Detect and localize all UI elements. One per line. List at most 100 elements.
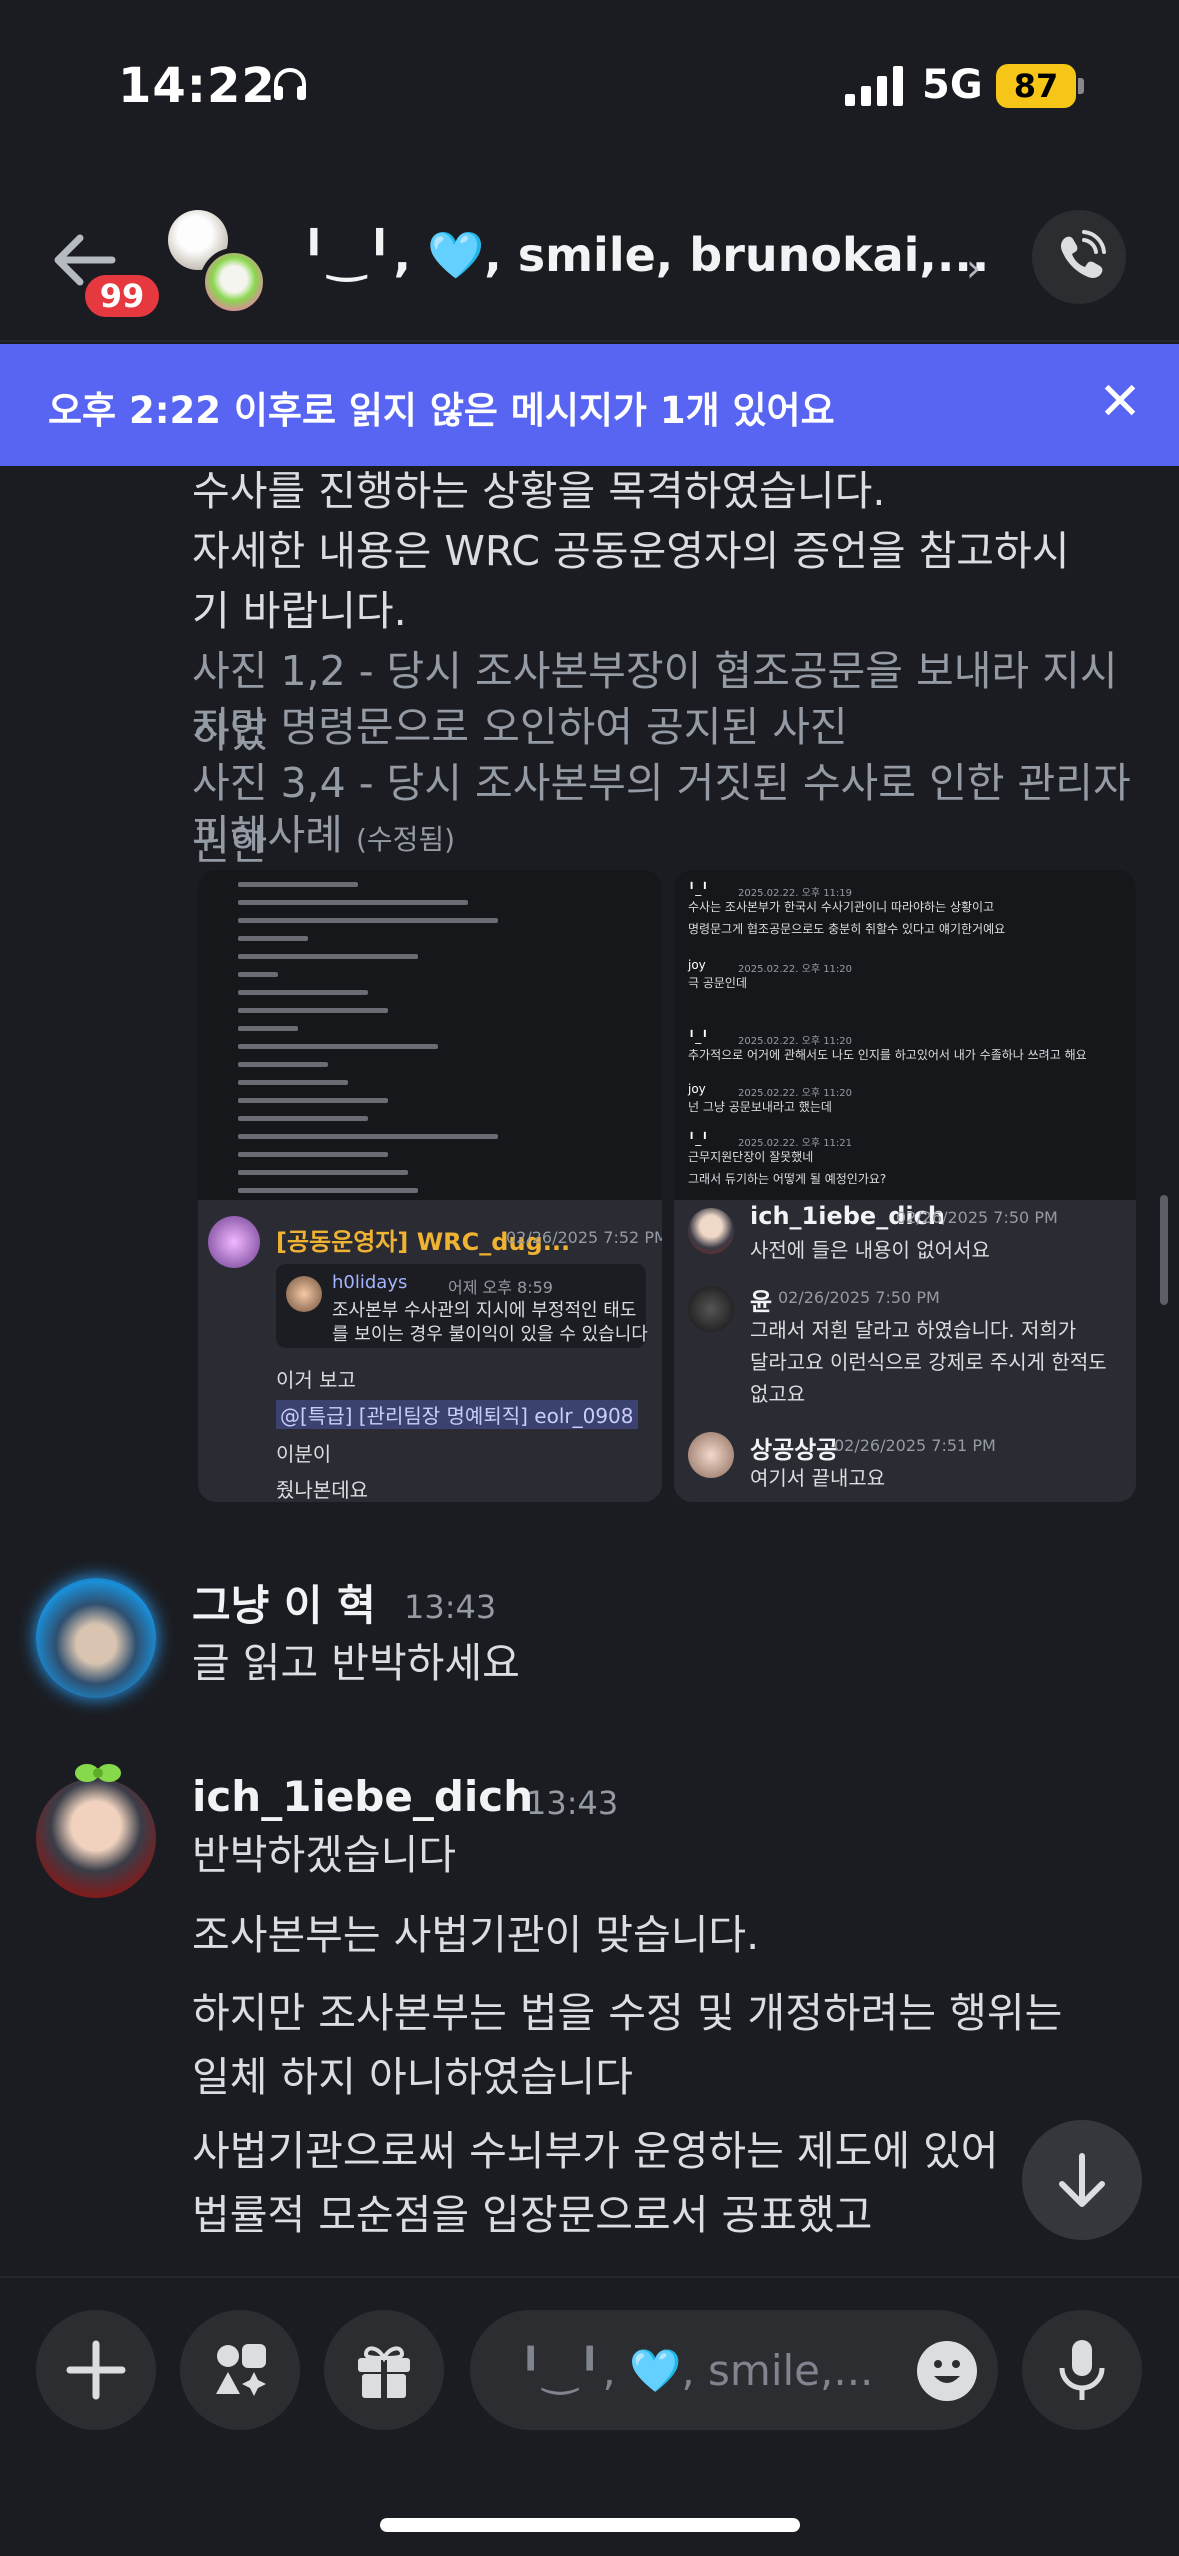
mention: @[특급] [관리팀장 명예퇴직] eolr_0908 (276, 1400, 638, 1429)
author-name: 상공상공 (750, 1436, 839, 1464)
headphones-icon (274, 68, 306, 100)
jump-to-bottom-button[interactable] (1022, 2120, 1142, 2240)
row-author: ╹_╹ (688, 882, 709, 896)
gift-icon (358, 2346, 410, 2398)
microphone-icon (1059, 2340, 1105, 2400)
row-author: ╹_╹ (688, 1132, 709, 1146)
message-text: 그래서 저흰 달라고 하였습니다. 저희가 (750, 1318, 1077, 1342)
bow-icon (75, 1764, 121, 1782)
row-time: 2025.02.22. 오후 11:21 (738, 1138, 853, 1149)
message-input[interactable]: ╹‿╹, 🩵, smile,... (470, 2310, 998, 2430)
row-time: 2025.02.22. 오후 11:20 (738, 1088, 853, 1099)
signal-icon (845, 66, 903, 106)
user-avatar[interactable] (36, 1778, 156, 1898)
screenshot-chat-card: ich_1iebe_dich 02/26/2025 7:50 PM 사전에 들은… (674, 1200, 1136, 1502)
row-text: 그래서 듀기하는 어떻게 될 예정인가요? (688, 1172, 887, 1186)
message-text: 이거 보고 (276, 1368, 356, 1392)
avatar (688, 1286, 734, 1332)
message-text: 여기서 끝내고요 (750, 1466, 886, 1490)
row-time: 2025.02.22. 오후 11:20 (738, 1036, 853, 1047)
row-text: 추가적으로 어거에 관해서도 나도 인지를 하고있어서 내가 수졸하나 쓰려고 … (688, 1048, 1087, 1062)
channel-title[interactable]: ╹‿╹, 🩵, smile, brunokai,... (300, 228, 989, 283)
message-text: 이분이 (276, 1442, 332, 1466)
avatar (688, 1208, 734, 1254)
message-line: 수사를 진행하는 상황을 목격하였습니다. (192, 467, 886, 515)
chevron-right-icon[interactable]: › (966, 246, 981, 290)
message-line: 법률적 모순점을 입장문으로서 공표했고 (192, 2191, 873, 2239)
row-text: 극 공문인데 (688, 976, 748, 990)
message-line: 자세한 내용은 WRC 공동운영자의 증언을 참고하시 (192, 527, 1070, 575)
timestamp: 02/26/2025 7:51 PM (834, 1436, 996, 1455)
status-time: 14:22 (118, 58, 276, 114)
status-bar: 14:22 5G 87 (0, 0, 1179, 170)
row-author: ╹_╹ (688, 1030, 709, 1044)
message-line: 조사본부는 사법기관이 맞습니다. (192, 1911, 760, 1959)
message-text: 사전에 들은 내용이 없어서요 (750, 1238, 990, 1262)
unread-count-badge: 99 (80, 270, 164, 322)
edited-label: (수정됨) (355, 823, 456, 856)
message-line-muted: 지만 명령문으로 오인하여 공지된 사진 (192, 703, 848, 751)
unread-banner[interactable]: 오후 2:22 이후로 읽지 않은 메시지가 1개 있어요 ✕ (0, 344, 1179, 466)
emoji-icon[interactable] (916, 2340, 978, 2402)
row-time: 2025.02.22. 오후 11:20 (738, 964, 853, 975)
user-avatar[interactable] (36, 1578, 156, 1698)
gift-button[interactable] (324, 2310, 444, 2430)
close-icon[interactable]: ✕ (1096, 370, 1144, 434)
message-text: 줬나본데요 (276, 1478, 368, 1502)
plus-icon (66, 2340, 126, 2400)
reply-quote: h0lidays 어제 오후 8:59 조사본부 수사관의 지시에 부정적인 태… (276, 1264, 648, 1348)
message-timestamp: 13:43 (404, 1588, 497, 1626)
timestamp: 02/26/2025 7:52 PM (506, 1228, 662, 1247)
scrollbar[interactable] (1160, 1195, 1168, 1305)
row-text: 수사는 조사본부가 한국시 수사기관이니 따라야하는 상황이고 (688, 900, 995, 914)
unread-banner-text: 오후 2:22 이후로 읽지 않은 메시지가 1개 있어요 (48, 389, 835, 432)
avatar (688, 1432, 734, 1478)
message-timestamp: 13:43 (526, 1784, 619, 1822)
row-text: 근무지원단장이 잘못했네 (688, 1150, 814, 1164)
apps-icon (216, 2344, 266, 2396)
arrow-down-icon (1059, 2153, 1105, 2207)
phone-icon (1061, 230, 1106, 278)
home-indicator (380, 2518, 800, 2532)
avatar (208, 1216, 260, 1268)
composer-bar: ╹‿╹, 🩵, smile,... (0, 2276, 1179, 2556)
message-line-muted: 피해사례 (수정됨) (192, 804, 1152, 871)
screenshot-chat-card: [공동운영자] WRC_dug... 02/26/2025 7:52 PM h0… (198, 1200, 662, 1502)
reply-author: h0lidays (332, 1272, 408, 1293)
message-line: 글 읽고 반박하세요 (192, 1639, 520, 1687)
apps-button[interactable] (180, 2310, 300, 2430)
network-type: 5G (922, 62, 983, 108)
message-text: 달라고요 이런식으로 강제로 주시게 한적도 (750, 1350, 1107, 1374)
message-text: 없고요 (750, 1382, 806, 1406)
message-line: 사법기관으로써 수뇌부가 운영하는 제도에 있어 (192, 2127, 999, 2175)
row-text: 넌 그냥 공문보내라고 했는데 (688, 1100, 832, 1114)
message-input-placeholder: ╹‿╹, 🩵, smile,... (518, 2346, 874, 2395)
call-button[interactable] (1032, 210, 1126, 304)
message-line: 하지만 조사본부는 법을 수정 및 개정하려는 행위는 (192, 1989, 1063, 2037)
row-author: joy (688, 958, 706, 972)
timestamp: 02/26/2025 7:50 PM (778, 1288, 940, 1307)
author-name[interactable]: 그냥 이 혁 (192, 1572, 376, 1633)
image-attachment-1[interactable]: [공동운영자] WRC_dug... 02/26/2025 7:52 PM h0… (198, 870, 662, 1502)
author-name: 윤 (750, 1288, 773, 1316)
avatar (286, 1276, 322, 1312)
image-attachment-2[interactable]: ╹_╹ 2025.02.22. 오후 11:19 수사는 조사본부가 한국시 수… (674, 870, 1136, 1502)
timestamp: 02/26/2025 7:50 PM (896, 1208, 1058, 1227)
battery-icon: 87 (996, 64, 1076, 108)
reply-time: 어제 오후 8:59 (448, 1278, 553, 1297)
message-line-text: 피해사례 (192, 811, 343, 859)
message-line: 반박하겠습니다 (192, 1831, 457, 1879)
row-text: 명령문그게 협조공문으로도 충분히 취할수 있다고 얘기한거예요 (688, 922, 1006, 936)
voice-message-button[interactable] (1022, 2310, 1142, 2430)
channel-header: 99 ╹‿╹, 🩵, smile, brunokai,... › (0, 170, 1179, 342)
add-attachment-button[interactable] (36, 2310, 156, 2430)
message-line: 기 바랍니다. (192, 587, 407, 635)
author-name[interactable]: ich_1iebe_dich (192, 1772, 533, 1821)
message-line: 일체 하지 아니하였습니다 (192, 2053, 633, 2101)
row-time: 2025.02.22. 오후 11:19 (738, 888, 853, 899)
reply-text: 를 보이는 경우 불이익이 있을 수 있습니다 (332, 1324, 648, 1345)
row-author: joy (688, 1082, 706, 1096)
battery-nub (1078, 78, 1084, 94)
reply-text: 조사본부 수사관의 지시에 부정적인 태도 (332, 1300, 637, 1321)
group-avatar-secondary (200, 248, 268, 316)
